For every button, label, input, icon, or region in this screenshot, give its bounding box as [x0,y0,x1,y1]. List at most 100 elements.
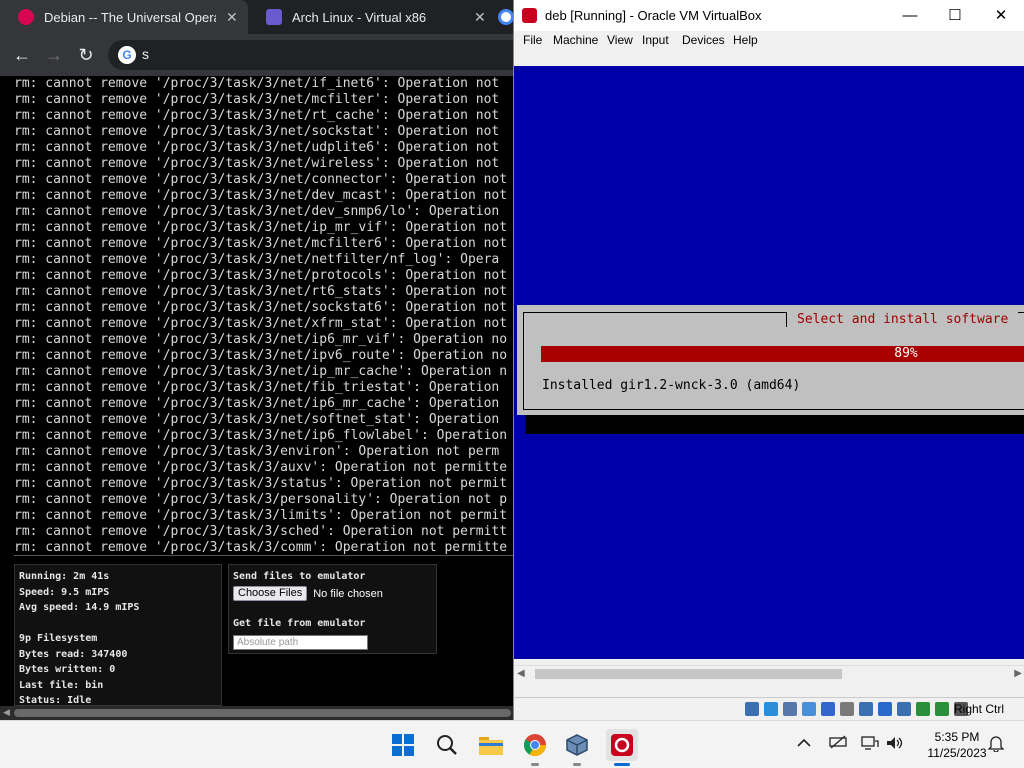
get-file-label: Get file from emulator [233,618,366,629]
terminal-line: rm: cannot remove '/proc/3/task/3/net/ip… [14,428,508,443]
terminal-line: rm: cannot remove '/proc/3/task/3/auxv':… [14,460,508,475]
install-progress-bar: 89% [541,346,1024,362]
vm-status-icon[interactable] [897,702,911,716]
clock[interactable]: 5:35 PM 11/25/2023 [922,729,992,761]
vm-border [514,51,1024,66]
chrome-icon[interactable] [519,729,551,761]
terminal-line: rm: cannot remove '/proc/3/task/3/status… [14,476,508,491]
installer-dialog: Select and install software 89% Installe… [517,305,1024,415]
close-tab-icon[interactable]: ✕ [226,9,238,26]
vbox-menu-bar: File Machine View Input Devices Help [514,31,1024,51]
terminal-line: rm: cannot remove '/proc/3/task/3/net/so… [14,300,508,315]
dialog-frame: Select and install software 89% Installe… [523,312,1024,410]
tab-title: Arch Linux - Virtual x86 [292,9,427,25]
tab-arch-linux[interactable]: Arch Linux - Virtual x86 ✕ [248,0,488,34]
terminal-line: rm: cannot remove '/proc/3/task/3/net/ip… [14,332,508,347]
scroll-right-icon[interactable]: ▶ [1014,668,1022,679]
reload-icon[interactable]: ↻ [74,43,98,67]
maximize-icon[interactable]: ☐ [944,5,966,27]
vbox-status-bar: Right Ctrl [514,697,1024,720]
dialog-shadow [525,415,1024,434]
vbox-title-bar[interactable]: deb [Running] - Oracle VM VirtualBox — ☐… [514,0,1024,31]
terminal-line: rm: cannot remove '/proc/3/task/3/net/pr… [14,268,508,283]
close-icon[interactable]: ✕ [990,5,1012,27]
window-title: deb [Running] - Oracle VM VirtualBox [545,8,762,23]
notifications-icon[interactable] [987,735,1005,756]
terminal-line: rm: cannot remove '/proc/3/task/3/net/de… [14,204,500,219]
stat-line: Bytes read: 347400 [19,648,128,660]
terminal-line: rm: cannot remove '/proc/3/task/3/sched'… [14,524,508,539]
page-horizontal-scrollbar[interactable]: ◀ [0,706,513,720]
scrollbar-thumb[interactable] [535,669,842,679]
choose-files-button[interactable]: Choose Files [233,586,308,601]
google-icon: G [118,46,136,64]
show-hidden-icons-icon[interactable] [797,735,811,752]
start-icon[interactable] [387,729,419,761]
drive-icon[interactable] [829,735,847,753]
vm-status-icon[interactable] [935,702,949,716]
dialog-title: Select and install software [786,312,1019,327]
emulator-terminal[interactable]: rm: cannot remove '/proc/3/task/3/net/if… [0,76,513,556]
terminal-line: rm: cannot remove '/proc/3/task/3/net/wi… [14,156,500,171]
terminal-line: rm: cannot remove '/proc/3/task/3/net/co… [14,172,508,187]
absolute-path-input[interactable] [233,635,368,650]
vm-status-icon[interactable] [802,702,816,716]
vm-screen[interactable]: Select and install software 89% Installe… [514,66,1024,659]
browser-toolbar: ← → ↻ G s [0,34,513,76]
menu-view[interactable]: View [607,33,633,47]
terminal-line: rm: cannot remove '/proc/3/task/3/enviro… [14,444,500,459]
vm-status-icon[interactable] [764,702,778,716]
terminal-line: rm: cannot remove '/proc/3/task/3/net/rt… [14,284,508,299]
v86-favicon-icon [266,9,282,25]
menu-file[interactable]: File [523,33,542,47]
terminal-line: rm: cannot remove '/proc/3/task/3/net/mc… [14,236,508,251]
terminal-line: rm: cannot remove '/proc/3/task/3/net/so… [14,124,500,139]
virtualbox-icon[interactable] [561,729,593,761]
close-tab-icon[interactable]: ✕ [474,9,486,26]
vm-status-icon[interactable] [840,702,854,716]
vm-status-icon[interactable] [916,702,930,716]
back-arrow-icon[interactable]: ← [10,43,34,67]
menu-machine[interactable]: Machine [553,33,598,47]
terminal-line: rm: cannot remove '/proc/3/task/3/net/fi… [14,380,500,395]
clock-date: 11/25/2023 [927,746,987,760]
vm-horizontal-scrollbar[interactable]: ◀ ▶ [514,665,1024,682]
debian-favicon-icon [18,9,34,25]
menu-devices[interactable]: Devices [682,33,725,47]
menu-input[interactable]: Input [642,33,669,47]
vm-status-icon[interactable] [783,702,797,716]
emulator-panel: Running: 2m 41s Speed: 9.5 mIPS Avg speed:… [0,556,513,706]
file-explorer-icon[interactable] [475,729,507,761]
terminal-line: rm: cannot remove '/proc/3/task/3/net/de… [14,188,508,203]
vm-status-icon[interactable] [745,702,759,716]
volume-icon[interactable] [886,735,904,755]
emulator-stats: Running: 2m 41s Speed: 9.5 mIPS Avg speed:… [14,564,222,706]
network-icon[interactable] [861,735,879,755]
vm-status-icon[interactable] [878,702,892,716]
vm-status-icon[interactable] [859,702,873,716]
clock-time: 5:35 PM [934,730,980,744]
tab-debian[interactable]: Debian -- The Universal Operating System… [0,0,248,34]
terminal-line: rm: cannot remove '/proc/3/task/3/net/rt… [14,108,500,123]
scrollbar-thumb[interactable] [14,709,511,717]
terminal-line: rm: cannot remove '/proc/3/task/3/limits… [14,508,508,523]
terminal-line: rm: cannot remove '/proc/3/task/3/net/ip… [14,364,508,379]
tab-strip: Debian -- The Universal Operating System… [0,0,513,34]
debian-vm-icon[interactable] [606,729,638,761]
menu-help[interactable]: Help [733,33,758,47]
vm-status-icon[interactable] [821,702,835,716]
terminal-line: rm: cannot remove '/proc/3/task/3/net/mc… [14,92,500,107]
virtualbox-logo-icon [522,8,537,23]
terminal-line: rm: cannot remove '/proc/3/task/3/net/if… [14,76,500,91]
search-icon[interactable] [431,729,463,761]
terminal-line: rm: cannot remove '/proc/3/task/3/comm':… [14,540,508,555]
file-transfer-box: Send files to emulator Choose Files No f… [228,564,437,654]
minimize-icon[interactable]: — [899,5,921,27]
terminal-line: rm: cannot remove '/proc/3/task/3/person… [14,492,508,507]
scroll-left-icon[interactable]: ◀ [3,707,10,718]
tab-google[interactable] [490,0,513,34]
forward-arrow-icon[interactable]: → [42,43,66,67]
virtualbox-window: deb [Running] - Oracle VM VirtualBox — ☐… [513,0,1024,720]
scroll-left-icon[interactable]: ◀ [517,668,525,679]
address-bar[interactable]: G s [108,40,513,70]
